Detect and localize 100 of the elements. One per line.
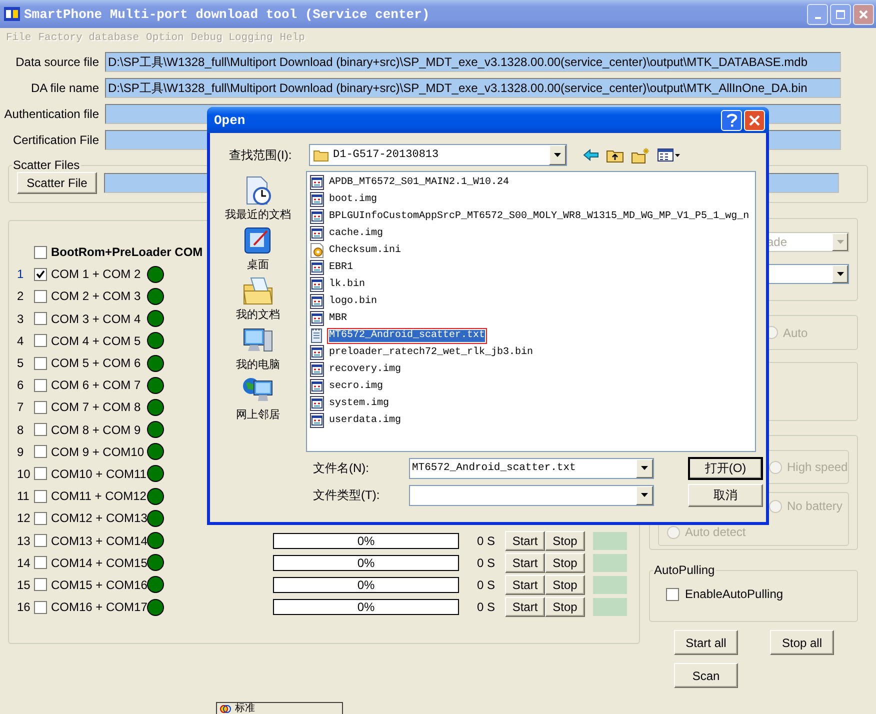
file-icon: [310, 260, 324, 275]
place-shortcut[interactable]: 桌面: [242, 225, 274, 272]
ime-mode: 标准: [235, 703, 255, 714]
list-entry[interactable]: EBR1: [310, 259, 752, 276]
close-button[interactable]: [853, 4, 874, 24]
port-label: COM12 + COM13: [51, 511, 147, 526]
file-type-dropdown[interactable]: [409, 484, 654, 506]
place-shortcut[interactable]: 我最近的文档: [225, 175, 291, 222]
file-icon: [310, 396, 324, 411]
path-field[interactable]: D:\SP工具\W1328_full\Multiport Download (binary+src)\SP_MDT_exe_v3.1328.00.00(service_center)\output\MTK_AllInOne_DA.bin: [105, 78, 841, 98]
row-number: 8: [17, 422, 25, 437]
checkbox[interactable]: [34, 423, 47, 436]
stop-button[interactable]: Stop: [545, 574, 585, 595]
gear-file-icon: [310, 243, 324, 258]
new-folder-icon[interactable]: [631, 146, 650, 164]
action-button[interactable]: Start all: [674, 630, 738, 655]
list-entry[interactable]: cache.img: [310, 225, 752, 242]
checkbox[interactable]: [34, 290, 47, 303]
status-dot: [147, 398, 164, 416]
list-entry[interactable]: MBR: [310, 310, 752, 327]
place-shortcut[interactable]: 我的文档: [236, 275, 280, 322]
checkbox[interactable]: [34, 600, 47, 614]
list-entry[interactable]: userdata.img: [310, 412, 752, 429]
start-button[interactable]: Start: [505, 552, 545, 573]
checkbox[interactable]: [34, 556, 47, 570]
look-in-dropdown[interactable]: D1-G517-20130813: [309, 144, 567, 166]
elapsed-time: 0 S: [476, 600, 495, 614]
start-button[interactable]: Start: [505, 597, 545, 618]
checkbox[interactable]: [34, 578, 47, 592]
back-icon[interactable]: [583, 148, 599, 162]
list-entry[interactable]: MT6572_Android_scatter.txt: [310, 327, 752, 344]
stop-button[interactable]: Stop: [545, 530, 585, 551]
dialog-title: Open: [214, 112, 246, 128]
checkbox[interactable]: [34, 312, 47, 326]
cancel-button[interactable]: 取消: [688, 484, 763, 506]
list-entry[interactable]: boot.img: [310, 191, 752, 208]
help-button[interactable]: [721, 110, 742, 130]
list-entry[interactable]: BPLGUInfoCustomAppSrcP_MT6572_S00_MOLY_WR8_W1315_MD_WG_MP_V1_P5_1_wg_n: [310, 208, 752, 225]
scatter-file-button[interactable]: Scatter File: [17, 172, 97, 194]
status-dot: [147, 576, 164, 594]
maximize-button[interactable]: [830, 4, 851, 24]
open-button[interactable]: 打开(O): [688, 456, 763, 480]
checkbox[interactable]: [34, 534, 47, 548]
start-button[interactable]: Start: [505, 530, 545, 551]
field-label: DA file name: [30, 81, 99, 95]
checkbox[interactable]: [34, 268, 47, 281]
checkbox[interactable]: [34, 400, 47, 414]
checkbox[interactable]: [34, 378, 47, 392]
port-label: COM15 + COM16: [51, 578, 147, 592]
list-entry[interactable]: APDB_MT6572_S01_MAIN2.1_W10.24: [310, 174, 752, 191]
status-box: [593, 554, 627, 572]
action-button[interactable]: Scan: [674, 663, 738, 688]
list-entry[interactable]: logo.bin: [310, 293, 752, 310]
list-entry[interactable]: preloader_ratech72_wet_rlk_jb3.bin: [310, 344, 752, 361]
field-label: Certification File: [12, 133, 99, 147]
checkbox[interactable]: [34, 445, 47, 458]
status-dot: [147, 288, 164, 305]
start-button[interactable]: Start: [505, 574, 545, 595]
group-title: AutoPulling: [653, 563, 716, 577]
minimize-button[interactable]: [807, 4, 828, 24]
row-number: 16: [17, 600, 32, 614]
elapsed-time: 0 S: [476, 578, 495, 592]
port-label: COM 5 + COM 6: [51, 356, 142, 370]
checkbox[interactable]: [34, 356, 47, 370]
checkbox[interactable]: [34, 512, 47, 525]
app-icon: [4, 7, 20, 21]
port-label: COM 7 + COM 8: [51, 400, 142, 414]
checkbox[interactable]: [34, 334, 47, 348]
status-box: [593, 532, 627, 550]
stop-button[interactable]: Stop: [545, 597, 585, 618]
file-icon: [310, 175, 324, 190]
path-field[interactable]: D:\SP工具\W1328_full\Multiport Download (binary+src)\SP_MDT_exe_v3.1328.00.00(service_center)\output\MTK_DATABASE.mdb: [105, 52, 841, 72]
view-menu-icon[interactable]: [657, 148, 681, 162]
port-label: COM13 + COM14: [51, 534, 147, 548]
row-number: 13: [17, 534, 32, 548]
up-folder-icon[interactable]: [606, 148, 624, 162]
place-shortcut[interactable]: 网上邻居: [236, 375, 280, 422]
place-shortcut[interactable]: 我的电脑: [236, 325, 280, 372]
row-number: 2: [17, 289, 25, 304]
status-box: [593, 576, 627, 594]
file-name-field[interactable]: MT6572_Android_scatter.txt: [409, 458, 654, 478]
list-entry[interactable]: system.img: [310, 395, 752, 412]
checkbox[interactable]: [34, 490, 47, 503]
row-number: 4: [17, 334, 25, 348]
port-label: COM10 + COM11: [51, 466, 147, 481]
checkbox[interactable]: [34, 467, 47, 480]
action-button[interactable]: Stop all: [770, 630, 834, 655]
caret-icon: [641, 466, 648, 470]
list-entry[interactable]: recovery.img: [310, 361, 752, 378]
list-entry[interactable]: secro.img: [310, 378, 752, 395]
list-entry[interactable]: Checksum.ini: [310, 242, 752, 259]
checkbox[interactable]: EnableAutoPulling: [666, 587, 784, 601]
status-dot: [147, 332, 164, 350]
stop-button[interactable]: Stop: [545, 552, 585, 573]
row-number: 9: [17, 444, 25, 459]
row-number: 15: [17, 578, 32, 592]
list-entry[interactable]: lk.bin: [310, 276, 752, 293]
file-icon: [310, 294, 324, 309]
status-dot: [147, 443, 164, 460]
checkbox[interactable]: [34, 246, 47, 259]
